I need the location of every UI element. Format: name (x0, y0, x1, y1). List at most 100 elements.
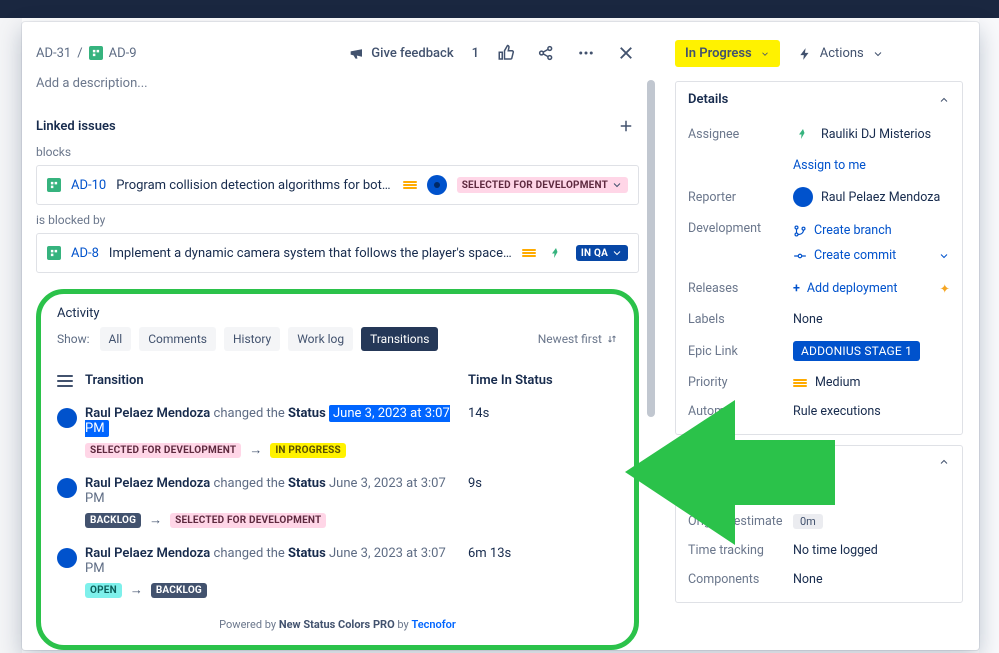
more-button[interactable] (573, 40, 599, 66)
modal-header: AD-31 / AD-9 Give feedback 1 (36, 40, 639, 66)
description-field[interactable]: Add a description... (36, 76, 639, 91)
issue-modal: AD-31 / AD-9 Give feedback 1 (22, 22, 979, 650)
reporter-name: Raul Pelaez Mendoza (821, 190, 940, 205)
breadcrumb-sep: / (77, 46, 82, 61)
create-commit-link[interactable]: Create commit (793, 248, 896, 263)
activity-panel: Activity Show: All Comments History Work… (36, 289, 639, 650)
tab-comments[interactable]: Comments (139, 327, 216, 351)
field-assignee[interactable]: Assignee Rauliki DJ Misterios (688, 117, 950, 151)
activity-title: Activity (57, 306, 618, 321)
transition-summary: Raul Pelaez Mendoza changed the Status J… (85, 406, 468, 436)
branch-icon (793, 224, 807, 238)
like-button[interactable] (493, 40, 519, 66)
issue-type-icon (47, 178, 61, 192)
actions-label: Actions (820, 46, 864, 61)
bolt-icon (798, 47, 812, 61)
status-to: IN PROGRESS (270, 443, 346, 458)
link-text: Add deployment (807, 281, 898, 296)
field-epic[interactable]: Epic Link ADDONIUS STAGE 1 (688, 334, 950, 368)
add-deployment-link[interactable]: + Add deployment (793, 281, 898, 296)
chevron-down-icon[interactable] (938, 250, 950, 262)
chevron-up-icon (938, 456, 950, 468)
tab-transitions[interactable]: Transitions (361, 327, 438, 351)
field-original-estimate[interactable]: Original estimate 0m (688, 507, 950, 536)
sort-icon (606, 333, 618, 345)
megaphone-icon (349, 45, 365, 61)
breadcrumb-parent-link[interactable]: AD-31 (36, 46, 71, 61)
sparkle-icon: ✦ (940, 281, 950, 297)
scrollbar[interactable] (645, 80, 657, 642)
user-name[interactable]: Raul Pelaez Mendoza (85, 476, 210, 491)
assign-to-me-link[interactable]: Assign to me (793, 158, 950, 173)
field-labels[interactable]: Labels None (688, 305, 950, 334)
more-fields-panel: Story Poin None Original estimate 0m Tim… (675, 445, 963, 603)
share-button[interactable] (533, 40, 559, 66)
app-root: { "breadcrumb": { "parent": "AD-31", "se… (0, 0, 999, 653)
sort-button[interactable]: Newest first (538, 332, 618, 346)
status-actions-row: In Progress Actions (675, 40, 963, 67)
link-text: Create branch (814, 223, 892, 238)
field-automation[interactable]: Autom Rule executions (688, 397, 950, 426)
brand-link[interactable]: Tecnofor (411, 618, 455, 631)
table-menu-button[interactable] (57, 373, 73, 388)
linked-issues-title: Linked issues (36, 119, 116, 134)
field-label: Original estimate (688, 514, 793, 529)
assignee-name: Rauliki DJ Misterios (821, 127, 931, 142)
field-time-tracking[interactable]: Time tracking No time logged (688, 536, 950, 565)
field-priority[interactable]: Priority Medium (688, 368, 950, 397)
close-button[interactable] (613, 40, 639, 66)
linked-issue-key[interactable]: AD-10 (71, 178, 106, 193)
give-feedback-label: Give feedback (371, 46, 453, 61)
issue-type-icon (89, 46, 103, 60)
field-development: Development Create branch Create commit (688, 214, 950, 272)
linked-issue-status[interactable]: IN QA (576, 245, 628, 261)
user-avatar (57, 408, 77, 428)
status-transition: SELECTED FOR DEVELOPMENT → IN PROGRESS (85, 442, 468, 458)
field-label: Story Poin (688, 485, 793, 500)
link-group-label: is blocked by (36, 213, 639, 227)
linked-issue-status[interactable]: SELECTED FOR DEVELOPMENT (457, 177, 628, 193)
field-value: 0m (793, 514, 823, 529)
status-dropdown[interactable]: In Progress (675, 40, 780, 67)
linked-issue-row[interactable]: AD-10 Program collision detection algori… (36, 165, 639, 205)
tab-worklog[interactable]: Work log (288, 327, 353, 351)
user-name[interactable]: Raul Pelaez Mendoza (85, 546, 210, 561)
epic-badge[interactable]: ADDONIUS STAGE 1 (793, 341, 920, 361)
linked-issues-section: Linked issues (36, 113, 639, 139)
field-label: Components (688, 572, 793, 587)
transition-row: Raul Pelaez Mendoza changed the Status J… (57, 468, 618, 538)
assign-to-me-row: Assign to me (688, 151, 950, 180)
dots-icon (577, 44, 595, 62)
header-actions: Give feedback 1 (349, 40, 639, 66)
field-story-points[interactable]: Story Poin None (688, 478, 950, 507)
linked-issue-row[interactable]: AD-8 Implement a dynamic camera system t… (36, 233, 639, 273)
more-fields-toggle[interactable] (676, 446, 962, 478)
tab-all[interactable]: All (100, 327, 132, 351)
field-label: Development (688, 221, 793, 236)
reporter-avatar (793, 187, 813, 207)
details-panel-toggle[interactable]: Details (676, 82, 962, 117)
tab-history[interactable]: History (224, 327, 280, 351)
create-branch-link[interactable]: Create branch (793, 223, 950, 238)
plus-icon (617, 117, 635, 135)
bg-left (0, 18, 22, 653)
chevron-down-icon (872, 48, 884, 60)
user-name[interactable]: Raul Pelaez Mendoza (85, 406, 210, 421)
status-to: SELECTED FOR DEVELOPMENT (170, 513, 326, 528)
chevron-down-icon (611, 179, 623, 191)
field-label: Priority (688, 375, 793, 390)
add-link-button[interactable] (613, 113, 639, 139)
right-pane: In Progress Actions Details Assignee (659, 22, 979, 650)
field-reporter[interactable]: Reporter Raul Pelaez Mendoza (688, 180, 950, 214)
linked-issue-summary: Program collision detection algorithms f… (116, 178, 392, 193)
linked-issue-key[interactable]: AD-8 (71, 246, 99, 261)
time-in-status: 9s (468, 476, 618, 491)
field-label: Labels (688, 312, 793, 327)
watchers-button[interactable]: 1 (468, 46, 479, 61)
actions-dropdown[interactable]: Actions (792, 40, 890, 67)
breadcrumb-key-link[interactable]: AD-9 (109, 46, 137, 61)
give-feedback-button[interactable]: Give feedback (349, 45, 453, 61)
user-avatar (57, 478, 77, 498)
status-label: In Progress (685, 46, 752, 61)
field-components[interactable]: Components None (688, 565, 950, 594)
